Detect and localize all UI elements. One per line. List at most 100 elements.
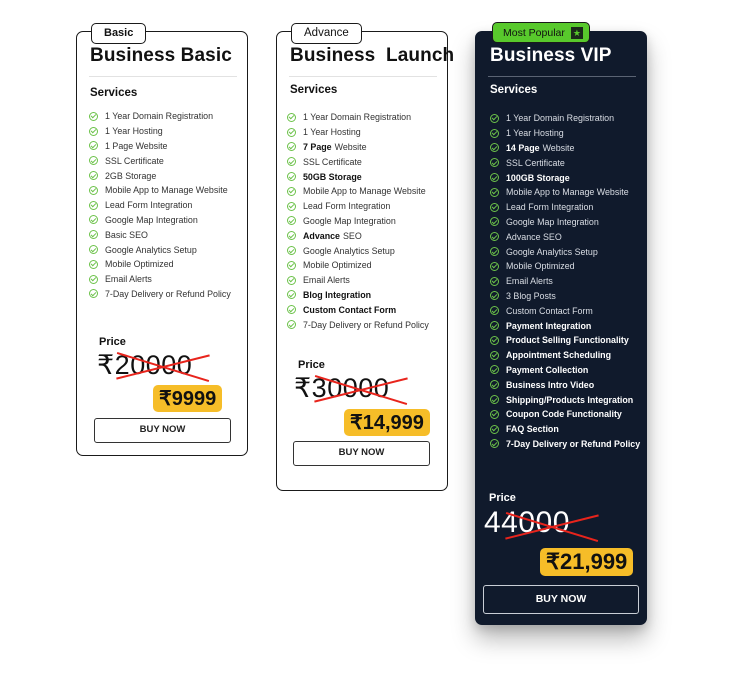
check-circle-icon [89, 215, 98, 225]
feature-item: Blog Integration [287, 288, 429, 303]
check-circle-icon [490, 439, 499, 449]
price-label: Price [489, 492, 516, 504]
feature-item: Advance SEO [287, 228, 429, 243]
feature-item: Google Map Integration [287, 214, 429, 229]
feature-item: Product Selling Functionality [490, 333, 640, 348]
feature-text: Google Analytics Setup [105, 244, 197, 255]
feature-text: Mobile Optimized [303, 260, 372, 271]
check-circle-icon [490, 202, 499, 212]
feature-text: Payment Collection [506, 364, 589, 375]
check-circle-icon [287, 231, 296, 241]
feature-item: Mobile Optimized [490, 259, 640, 274]
feature-text: Google Map Integration [303, 215, 396, 226]
feature-item: Payment Collection [490, 363, 640, 378]
check-circle-icon [287, 246, 296, 256]
buy-now-button[interactable]: BUY NOW [94, 418, 231, 443]
check-circle-icon [490, 409, 499, 419]
feature-item: Appointment Scheduling [490, 348, 640, 363]
feature-text: 100GB Storage [506, 172, 570, 183]
feature-text: Google Analytics Setup [506, 246, 598, 257]
services-heading: Services [90, 87, 138, 99]
check-circle-icon [287, 320, 296, 330]
check-circle-icon [490, 187, 499, 197]
star-icon: ★ [570, 26, 583, 39]
feature-item: Lead Form Integration [89, 198, 231, 213]
check-circle-icon [287, 112, 296, 122]
check-circle-icon [89, 185, 98, 195]
check-circle-icon [490, 335, 499, 345]
check-circle-icon [287, 290, 296, 300]
feature-text: Website [334, 141, 367, 152]
feature-text: Lead Form Integration [506, 202, 594, 213]
feature-item: Email Alerts [89, 272, 231, 287]
check-circle-icon [490, 173, 499, 183]
feature-item: 3 Blog Posts [490, 289, 640, 304]
check-circle-icon [89, 111, 98, 121]
feature-text: 1 Year Domain Registration [506, 113, 615, 124]
plan-title: Business Basic [90, 45, 232, 66]
check-circle-icon [89, 126, 98, 136]
feature-text: Coupon Code Functionality [506, 409, 622, 420]
check-circle-icon [89, 274, 98, 284]
feature-item: 7-Day Delivery or Refund Policy [89, 287, 231, 302]
old-price: ₹20000 [97, 350, 193, 380]
feature-item: FAQ Section [490, 422, 640, 437]
feature-item: 1 Page Website [89, 139, 231, 154]
feature-text: FAQ Section [506, 424, 559, 435]
feature-text: 7-Day Delivery or Refund Policy [506, 438, 641, 449]
check-circle-icon [490, 380, 499, 390]
feature-item: 1 Year Hosting [490, 126, 640, 141]
feature-text: SSL Certificate [105, 155, 164, 166]
feature-text: Payment Integration [506, 320, 592, 331]
buy-now-button[interactable]: BUY NOW [293, 441, 430, 466]
plan-card-launch: Advance Business Launch Services 1 Year … [276, 23, 454, 491]
plan-title: Business VIP [490, 45, 612, 66]
check-circle-icon [287, 157, 296, 167]
feature-text: 1 Page Website [105, 140, 168, 151]
feature-list: 1 Year Domain Registration 1 Year Hosting… [287, 110, 429, 332]
feature-list: 1 Year Domain Registration 1 Year Hosting… [490, 111, 640, 451]
feature-text: Lead Form Integration [105, 200, 193, 211]
feature-item: Google Analytics Setup [287, 243, 429, 258]
feature-text: Google Map Integration [506, 216, 599, 227]
check-circle-icon [490, 395, 499, 405]
feature-highlight: 14 Page [506, 142, 540, 153]
feature-item: Google Map Integration [89, 213, 231, 228]
feature-text: 1 Year Hosting [506, 128, 564, 139]
feature-text: Email Alerts [105, 274, 152, 285]
feature-text: 7-Day Delivery or Refund Policy [303, 319, 429, 330]
check-circle-icon [490, 350, 499, 360]
buy-now-button[interactable]: BUY NOW [483, 585, 639, 614]
feature-text: SSL Certificate [506, 157, 565, 168]
feature-item: 1 Year Hosting [287, 125, 429, 140]
feature-item: Email Alerts [490, 274, 640, 289]
divider [289, 76, 437, 77]
feature-item: Custom Contact Form [287, 302, 429, 317]
feature-item: Payment Integration [490, 318, 640, 333]
feature-text: Mobile App to Manage Website [506, 187, 629, 198]
feature-item: Mobile Optimized [287, 258, 429, 273]
most-popular-badge: Most Popular ★ [492, 22, 590, 43]
feature-item: Google Map Integration [490, 215, 640, 230]
old-price: ₹30000 [294, 373, 390, 403]
feature-text: Product Selling Functionality [506, 335, 629, 346]
feature-text: Custom Contact Form [303, 304, 397, 315]
feature-item: Google Analytics Setup [89, 242, 231, 257]
feature-highlight: Advance [303, 230, 340, 241]
check-circle-icon [490, 261, 499, 271]
plan-card-basic: Basic Business Basic Services 1 Year Dom… [76, 23, 248, 456]
feature-item: 7 Page Website [287, 140, 429, 155]
divider [488, 76, 636, 77]
price-label: Price [99, 336, 126, 348]
feature-text: 1 Year Hosting [303, 127, 361, 138]
feature-text: Google Analytics Setup [303, 245, 395, 256]
feature-text: Mobile Optimized [506, 261, 575, 272]
check-circle-icon [287, 216, 296, 226]
feature-text: 2GB Storage [105, 170, 157, 181]
feature-item: Shipping/Products Integration [490, 392, 640, 407]
feature-item: Mobile Optimized [89, 257, 231, 272]
feature-item: Business Intro Video [490, 377, 640, 392]
feature-text: Basic SEO [105, 229, 148, 240]
price-label: Price [298, 359, 325, 371]
feature-item: 1 Year Domain Registration [490, 111, 640, 126]
